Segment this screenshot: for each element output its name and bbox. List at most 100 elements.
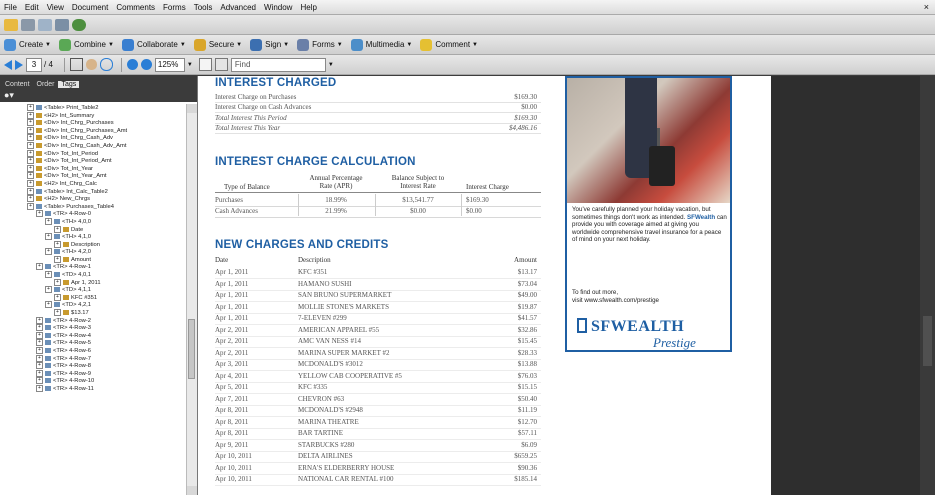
tree-item[interactable]: + <Div> Tot_Int_Period_Amt: [0, 157, 186, 165]
find-input[interactable]: Find: [230, 57, 326, 72]
panel-options[interactable]: ●▾: [0, 88, 197, 102]
tree-item[interactable]: + <TR> 4-Row-3: [0, 324, 186, 332]
expand-toggle-icon[interactable]: +: [27, 195, 34, 203]
expand-toggle-icon[interactable]: +: [36, 347, 43, 354]
tree-item[interactable]: + <H2> Int_Summary: [0, 111, 186, 120]
menu-comments[interactable]: Comments: [112, 3, 159, 12]
tree-item[interactable]: + <TD> 4,1,1: [0, 286, 186, 294]
tree-item[interactable]: + <H2> Int_Chrg_Calc: [0, 179, 186, 188]
email-icon[interactable]: [38, 18, 52, 31]
expand-toggle-icon[interactable]: +: [36, 339, 43, 347]
tree-item[interactable]: + <TR> 4-Row-4: [0, 331, 186, 340]
tree-item[interactable]: + <Div> Tot_Int_Year: [0, 164, 186, 173]
expand-toggle-icon[interactable]: +: [54, 255, 61, 263]
tree-item[interactable]: + <TH> 4,0,0: [0, 217, 186, 226]
menu-forms[interactable]: Forms: [159, 3, 190, 12]
tree-item[interactable]: + <H2> New_Chrgs: [0, 195, 186, 203]
combine-button[interactable]: Combine ▼: [58, 38, 114, 51]
tree-item[interactable]: + <TR> 4-Row-9: [0, 369, 186, 378]
expand-toggle-icon[interactable]: +: [54, 309, 61, 317]
menu-file[interactable]: File: [0, 3, 21, 12]
fit-page-icon[interactable]: [198, 58, 212, 71]
previous-page-icon[interactable]: [4, 59, 12, 70]
create-button[interactable]: Create ▼: [4, 38, 51, 51]
tree-item[interactable]: + <TR> 4-Row-6: [0, 347, 186, 355]
zoom-in-icon[interactable]: [140, 59, 152, 70]
expand-toggle-icon[interactable]: +: [27, 157, 34, 165]
tab-content[interactable]: Content: [2, 81, 33, 88]
tree-item[interactable]: + <Div> Int_Chrg_Cash_Adv: [0, 134, 186, 142]
expand-toggle-icon[interactable]: +: [27, 172, 34, 180]
expand-toggle-icon[interactable]: +: [36, 316, 43, 324]
marquee-zoom-icon[interactable]: [99, 58, 113, 71]
expand-toggle-icon[interactable]: +: [54, 240, 61, 248]
tab-order[interactable]: Order: [34, 81, 58, 88]
select-tool-icon[interactable]: [69, 58, 83, 71]
tree-item[interactable]: + <TR> 4-Row-10: [0, 377, 186, 385]
expand-toggle-icon[interactable]: +: [36, 369, 43, 377]
tree-item[interactable]: + <Div> Int_Chrg_Purchases: [0, 119, 186, 127]
open-folder-icon[interactable]: [4, 18, 18, 31]
tree-item[interactable]: + Description: [0, 240, 186, 249]
tree-item[interactable]: + <TR> 4-Row-1: [0, 263, 186, 271]
tree-item[interactable]: + Apr 1, 2011: [0, 278, 186, 287]
next-page-icon[interactable]: [15, 59, 23, 70]
tree-item[interactable]: + <Table> Int_Calc_Table2: [0, 187, 186, 196]
menu-document[interactable]: Document: [68, 3, 112, 12]
menu-tools[interactable]: Tools: [190, 3, 217, 12]
tree-item[interactable]: + <TR> 4-Row-5: [0, 339, 186, 347]
document-scrollbar[interactable]: [920, 76, 935, 495]
secure-button[interactable]: Secure ▼: [193, 38, 242, 51]
scroll-up-icon[interactable]: [187, 104, 197, 113]
expand-toggle-icon[interactable]: +: [54, 278, 61, 286]
expand-toggle-icon[interactable]: +: [27, 141, 34, 149]
panel-scrollbar[interactable]: [186, 104, 197, 495]
expand-toggle-icon[interactable]: +: [45, 301, 52, 309]
page-number-input[interactable]: 3: [26, 57, 42, 72]
tree-item[interactable]: + <TH> 4,1,0: [0, 233, 186, 241]
expand-toggle-icon[interactable]: +: [27, 134, 34, 142]
menu-view[interactable]: View: [43, 3, 68, 12]
expand-toggle-icon[interactable]: +: [36, 331, 43, 339]
expand-toggle-icon[interactable]: +: [27, 149, 34, 157]
comment-button[interactable]: Comment ▼: [420, 38, 478, 51]
expand-toggle-icon[interactable]: +: [36, 377, 43, 385]
expand-toggle-icon[interactable]: +: [27, 126, 34, 134]
tree-item[interactable]: + <Div> Int_Chrg_Cash_Adv_Amt: [0, 141, 186, 150]
tree-item[interactable]: + <TD> 4,2,1: [0, 301, 186, 309]
fit-width-icon[interactable]: [214, 58, 228, 71]
tree-item[interactable]: + <TR> 4-Row-11: [0, 384, 186, 393]
tree-item[interactable]: + $13.17: [0, 309, 186, 317]
tree-item[interactable]: + <Table> Print_Table2: [0, 104, 186, 112]
hand-tool-icon[interactable]: [85, 59, 97, 70]
attach-icon[interactable]: [72, 18, 86, 31]
panel-scroll-thumb[interactable]: [188, 319, 195, 379]
tree-item[interactable]: + Date: [0, 225, 186, 234]
expand-toggle-icon[interactable]: +: [36, 362, 43, 370]
tree-item[interactable]: + <TR> 4-Row-0: [0, 210, 186, 218]
tree-item[interactable]: + KFC #351: [0, 293, 186, 302]
tree-item[interactable]: + <Div> Int_Chrg_Purchases_Amt: [0, 126, 186, 135]
tree-item[interactable]: + <TR> 4-Row-7: [0, 354, 186, 363]
expand-toggle-icon[interactable]: +: [45, 217, 52, 225]
expand-toggle-icon[interactable]: +: [27, 179, 34, 187]
tag-options-icon[interactable]: ●▾: [4, 90, 14, 101]
expand-toggle-icon[interactable]: +: [45, 248, 52, 256]
expand-toggle-icon[interactable]: +: [27, 202, 34, 210]
menu-window[interactable]: Window: [260, 3, 296, 12]
save-icon[interactable]: [55, 18, 69, 31]
tree-item[interactable]: + <TH> 4,2,0: [0, 248, 186, 256]
expand-toggle-icon[interactable]: +: [27, 164, 34, 172]
zoom-level-input[interactable]: 125%: [154, 57, 185, 72]
menu-edit[interactable]: Edit: [21, 3, 43, 12]
expand-toggle-icon[interactable]: +: [27, 187, 34, 195]
tree-item[interactable]: + <Div> Tot_Int_Year_Amt: [0, 172, 186, 180]
expand-toggle-icon[interactable]: +: [36, 263, 43, 271]
expand-toggle-icon[interactable]: +: [27, 119, 34, 127]
forms-button[interactable]: Forms ▼: [297, 38, 343, 51]
tree-item[interactable]: + <TR> 4-Row-2: [0, 316, 186, 325]
tab-tags[interactable]: Tags: [58, 81, 80, 88]
zoom-dropdown-icon[interactable]: ▼: [187, 62, 193, 68]
expand-toggle-icon[interactable]: +: [36, 384, 43, 392]
tree-item[interactable]: + <TD> 4,0,1: [0, 271, 186, 279]
